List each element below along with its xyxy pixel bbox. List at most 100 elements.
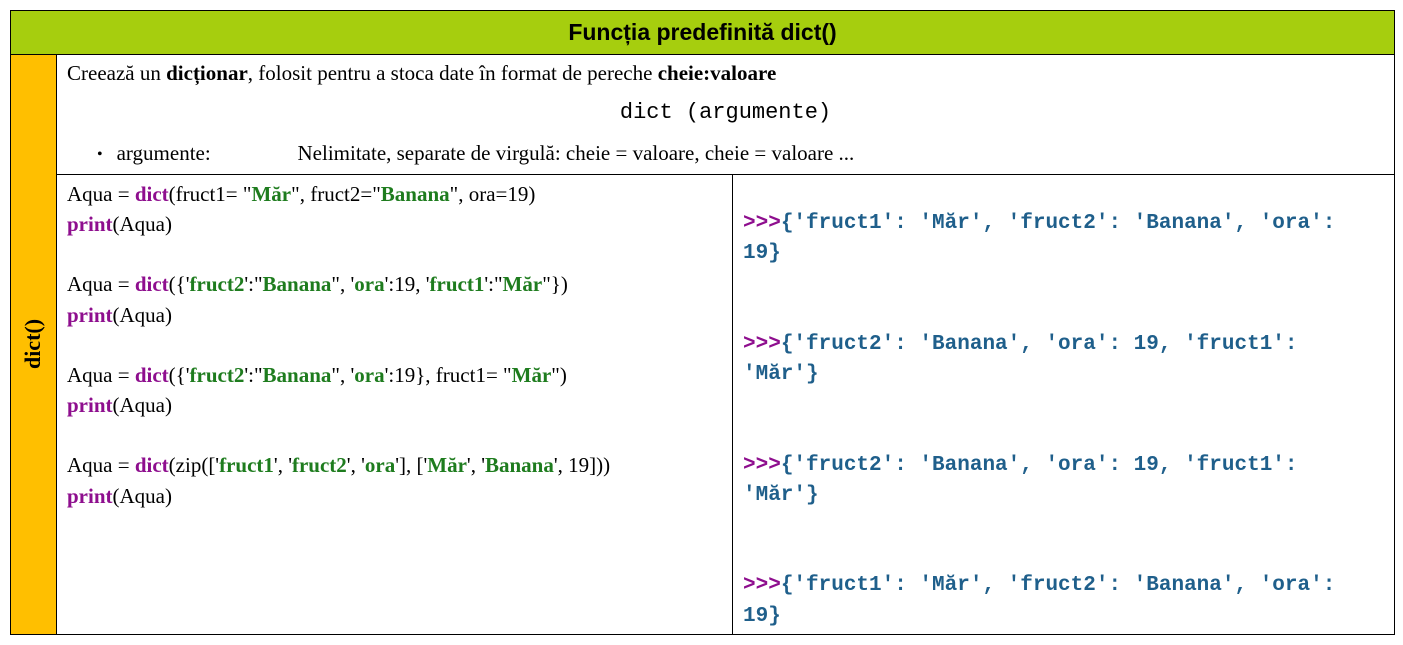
cf: Banana xyxy=(263,363,332,387)
cf: ':19}, fruct1= " xyxy=(385,363,512,387)
cf: ':" xyxy=(484,272,502,296)
reference-table: Funcția predefinită dict() dict() Creeaz… xyxy=(10,10,1395,635)
cf: Măr xyxy=(503,272,543,296)
description-block: Creează un dicționar, folosit pentru a s… xyxy=(57,55,1394,175)
blank-line xyxy=(67,239,722,269)
output-text: {'fruct2': 'Banana', 'ora': 19, 'fruct1'… xyxy=(743,333,1298,386)
cf: Banana xyxy=(263,272,332,296)
arg-label: argumente: xyxy=(117,141,211,165)
cf: ', ' xyxy=(347,453,365,477)
description-text: Creează un dicționar, folosit pentru a s… xyxy=(67,61,1384,86)
prompt: >>> xyxy=(743,212,781,235)
cf: ':" xyxy=(244,272,262,296)
desc-bold: dicționar xyxy=(166,61,248,85)
out-blank xyxy=(743,541,1384,571)
cf: (Aqua) xyxy=(113,212,172,236)
function-name-label: dict() xyxy=(21,319,47,369)
out-blank xyxy=(743,179,1384,209)
cf: fruct2 xyxy=(190,272,245,296)
arg-description: Nelimitate, separate de virgulă: cheie =… xyxy=(298,141,855,165)
code-line: print(Aqua) xyxy=(67,300,722,330)
examples-block: Aqua = dict(fruct1= "Măr", fruct2="Banan… xyxy=(57,175,1394,634)
output-text: {'fruct2': 'Banana', 'ora': 19, 'fruct1'… xyxy=(743,454,1298,507)
cf: dict xyxy=(135,453,169,477)
code-output-column: >>>{'fruct1': 'Măr', 'fruct2': 'Banana',… xyxy=(733,175,1394,634)
cf: ora xyxy=(354,272,384,296)
cf: print xyxy=(67,484,113,508)
output-line: >>>{'fruct2': 'Banana', 'ora': 19, 'fruc… xyxy=(743,451,1384,511)
content-column: Creează un dicționar, folosit pentru a s… xyxy=(57,55,1394,634)
blank-line xyxy=(67,330,722,360)
cf: ', ' xyxy=(467,453,485,477)
output-line: >>>{'fruct2': 'Banana', 'ora': 19, 'fruc… xyxy=(743,330,1384,390)
cf: (Aqua) xyxy=(113,393,172,417)
cf: fruct2 xyxy=(292,453,347,477)
output-line: >>>{'fruct1': 'Măr', 'fruct2': 'Banana',… xyxy=(743,209,1384,269)
cf: ({' xyxy=(169,363,190,387)
cf: Măr xyxy=(251,182,291,206)
cf: ", ' xyxy=(331,363,354,387)
cf: Măr xyxy=(427,453,467,477)
out-blank xyxy=(743,390,1384,420)
cf: ({' xyxy=(169,272,190,296)
code-line: Aqua = dict({'fruct2':"Banana", 'ora':19… xyxy=(67,360,722,390)
table-header: Funcția predefinită dict() xyxy=(11,11,1394,55)
cf: Aqua = xyxy=(67,182,135,206)
out-blank xyxy=(743,270,1384,300)
output-line: >>>{'fruct1': 'Măr', 'fruct2': 'Banana',… xyxy=(743,571,1384,631)
code-line: Aqua = dict(zip(['fruct1', 'fruct2', 'or… xyxy=(67,450,722,480)
blank-line xyxy=(67,420,722,450)
code-line: print(Aqua) xyxy=(67,209,722,239)
cf: fruct2 xyxy=(190,363,245,387)
cf: print xyxy=(67,393,113,417)
cf: ', 19])) xyxy=(554,453,610,477)
cf: Banana xyxy=(381,182,450,206)
desc-frag: Creează un xyxy=(67,61,166,85)
cf: Măr xyxy=(512,363,552,387)
cf: Banana xyxy=(485,453,554,477)
prompt: >>> xyxy=(743,574,781,597)
table-body: dict() Creează un dicționar, folosit pen… xyxy=(11,55,1394,634)
cf: Aqua = xyxy=(67,363,135,387)
out-blank xyxy=(743,420,1384,450)
cf: "}) xyxy=(542,272,568,296)
cf: (zip([' xyxy=(169,453,219,477)
cf: (Aqua) xyxy=(113,484,172,508)
cf: '], [' xyxy=(395,453,427,477)
cf: fruct1 xyxy=(219,453,274,477)
cf: ") xyxy=(551,363,567,387)
function-name-sidebar: dict() xyxy=(11,55,57,634)
cf: ", ' xyxy=(331,272,354,296)
cf: ", fruct2=" xyxy=(291,182,381,206)
argument-line: argumente: Nelimitate, separate de virgu… xyxy=(67,141,1384,166)
output-text: {'fruct1': 'Măr', 'fruct2': 'Banana', 'o… xyxy=(743,212,1335,265)
cf: dict xyxy=(135,272,169,296)
cf: ', ' xyxy=(274,453,292,477)
code-line: Aqua = dict(fruct1= "Măr", fruct2="Banan… xyxy=(67,179,722,209)
output-text: {'fruct1': 'Măr', 'fruct2': 'Banana', 'o… xyxy=(743,574,1335,627)
prompt: >>> xyxy=(743,333,781,356)
cf: print xyxy=(67,212,113,236)
cf: (Aqua) xyxy=(113,303,172,327)
out-blank xyxy=(743,511,1384,541)
cf: ora xyxy=(354,363,384,387)
cf: ora xyxy=(365,453,395,477)
cf: ':19, ' xyxy=(385,272,430,296)
cf: print xyxy=(67,303,113,327)
bullet-icon: argumente: xyxy=(97,141,177,166)
cf: (fruct1= " xyxy=(169,182,252,206)
code-line: Aqua = dict({'fruct2':"Banana", 'ora':19… xyxy=(67,269,722,299)
cf: dict xyxy=(135,182,169,206)
syntax-line: dict (argumente) xyxy=(67,100,1384,125)
cf: dict xyxy=(135,363,169,387)
desc-bold: cheie:valoare xyxy=(658,61,777,85)
prompt: >>> xyxy=(743,454,781,477)
desc-frag: , folosit pentru a stoca date în format … xyxy=(248,61,658,85)
cf: Aqua = xyxy=(67,272,135,296)
code-line: print(Aqua) xyxy=(67,390,722,420)
cf: fruct1 xyxy=(430,272,485,296)
cf: ':" xyxy=(244,363,262,387)
code-line: print(Aqua) xyxy=(67,481,722,511)
out-blank xyxy=(743,300,1384,330)
code-input-column: Aqua = dict(fruct1= "Măr", fruct2="Banan… xyxy=(57,175,733,634)
